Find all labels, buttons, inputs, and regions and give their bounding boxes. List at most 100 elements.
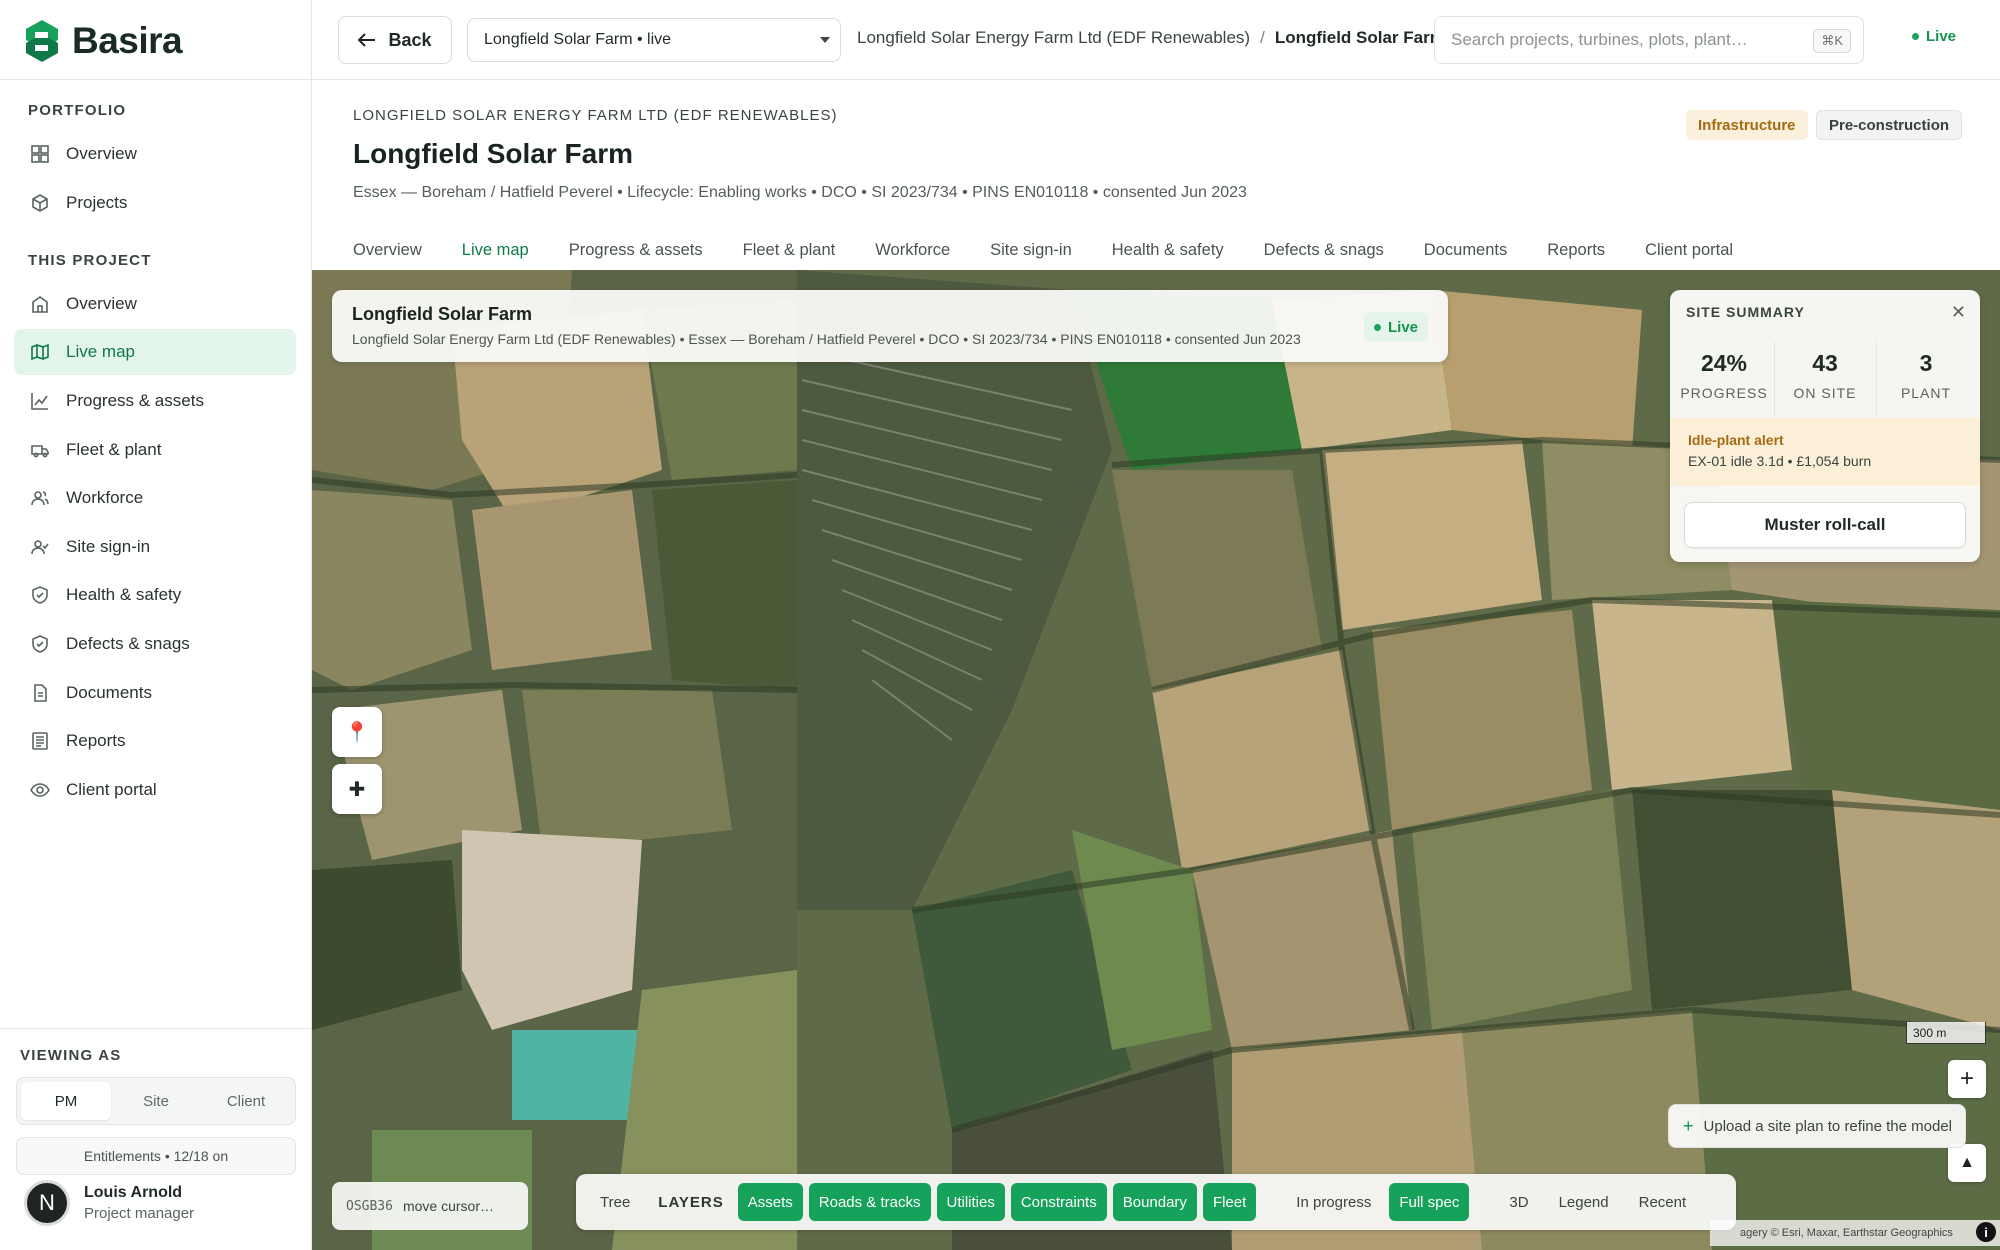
entitlements-text: Entitlements • 12/18 on — [83, 1148, 229, 1164]
this-project-label: THIS PROJECT — [28, 252, 152, 269]
truck-icon — [30, 440, 50, 460]
tab-live-map[interactable]: Live map — [462, 230, 529, 270]
project-select-value: Longfield Solar Farm • live — [484, 31, 672, 48]
plus-icon: + — [1683, 1115, 1694, 1136]
tab-overview[interactable]: Overview — [353, 230, 422, 270]
grid-icon — [30, 144, 50, 164]
card-title: Longfield Solar Farm — [352, 304, 533, 324]
tab-documents[interactable]: Documents — [1424, 230, 1507, 270]
sidebar-item-reports[interactable]: Reports — [14, 718, 296, 764]
sidebar-item-site-sign-in[interactable]: Site sign-in — [14, 524, 296, 570]
portfolio-label: PORTFOLIO — [28, 102, 127, 119]
legend-button[interactable]: Legend — [1547, 1183, 1621, 1221]
muster-roll-call-button[interactable]: Muster roll-call — [1684, 502, 1966, 548]
tab-site-sign-in[interactable]: Site sign-in — [990, 230, 1072, 270]
breadcrumb-separator: / — [1260, 28, 1265, 47]
user-role: Project manager — [84, 1205, 195, 1222]
upload-site-plan-button[interactable]: + Upload a site plan to refine the model — [1668, 1104, 1966, 1148]
layer-chip-boundary[interactable]: Boundary — [1112, 1183, 1197, 1221]
back-button[interactable]: Back — [338, 16, 452, 64]
close-icon[interactable]: ✕ — [1951, 302, 1966, 323]
site-summary-panel: SITE SUMMARY ✕ 24% PROGRESS 43 ON SITE 3… — [1670, 290, 1980, 562]
zoom-in-button[interactable]: + — [1948, 1060, 1986, 1098]
layers-label: LAYERS — [658, 1193, 724, 1211]
back-label: Back — [388, 29, 432, 50]
pin-icon[interactable]: 📍 — [332, 707, 382, 757]
live-dot-icon — [1912, 33, 1919, 40]
live-status-badge: Live — [1912, 28, 1956, 45]
alert-title: Idle-plant alert — [1688, 432, 1784, 448]
alert-text: EX-01 idle 3.1d • £1,054 burn — [1688, 453, 1872, 469]
sidebar-item-health-safety[interactable]: Health & safety — [14, 572, 296, 618]
page-title: Longfield Solar Farm — [353, 138, 634, 169]
role-option-client[interactable]: Client — [201, 1082, 291, 1120]
scale-bar: 300 m — [1906, 1022, 1986, 1044]
live-map[interactable]: Longfield Solar Farm Longfield Solar Ene… — [312, 270, 2000, 1250]
entitlements-badge[interactable]: Entitlements • 12/18 on — [16, 1137, 296, 1175]
tab-defects-snags[interactable]: Defects & snags — [1264, 230, 1384, 270]
view-3d-toggle[interactable]: 3D — [1497, 1183, 1540, 1221]
layer-chip-constraints[interactable]: Constraints — [1010, 1183, 1107, 1221]
sidebar-item-label: Overview — [66, 294, 137, 313]
organisation-label: LONGFIELD SOLAR ENERGY FARM LTD (EDF REN… — [353, 107, 838, 124]
breadcrumb-org[interactable]: Longfield Solar Energy Farm Ltd (EDF Ren… — [857, 28, 1250, 48]
search-placeholder: Search projects, turbines, plots, plant… — [1451, 30, 1748, 49]
info-icon[interactable]: i — [1976, 1222, 1996, 1242]
project-select[interactable]: Longfield Solar Farm • live — [467, 18, 841, 62]
stat-plant: 3 PLANT — [1876, 350, 1976, 401]
card-live-badge: Live — [1363, 312, 1428, 342]
breadcrumb-current: Longfield Solar Farm — [1274, 28, 1445, 47]
sidebar-item-progress-assets[interactable]: Progress & assets — [14, 378, 296, 424]
crs-label: OSGB36 — [346, 1198, 393, 1214]
breadcrumb: Longfield Solar Energy Farm Ltd (EDF Ren… — [857, 28, 1445, 48]
tree-toggle[interactable]: Tree — [588, 1183, 642, 1221]
user-profile[interactable]: N Louis Arnold Project manager — [24, 1180, 194, 1226]
shield-icon — [30, 585, 50, 605]
project-meta: Essex — Boreham / Hatfield Peverel • Lif… — [353, 184, 1247, 201]
layer-chip-fleet[interactable]: Fleet — [1202, 1183, 1257, 1221]
sidebar-item-client-portal[interactable]: Client portal — [14, 767, 296, 813]
user-name: Louis Arnold — [84, 1184, 183, 1201]
compass-icon[interactable]: ▲ — [1948, 1144, 1986, 1182]
recent-button[interactable]: Recent — [1627, 1183, 1699, 1221]
stat-progress: 24% PROGRESS — [1674, 350, 1774, 401]
sidebar-item-documents[interactable]: Documents — [14, 670, 296, 716]
arrow-left-icon — [358, 33, 376, 47]
role-option-pm[interactable]: PM — [21, 1082, 111, 1120]
divider — [0, 1028, 312, 1029]
tab-fleet-plant[interactable]: Fleet & plant — [743, 230, 836, 270]
app-logo[interactable]: Basira — [24, 16, 183, 66]
sidebar-item-live-map[interactable]: Live map — [14, 329, 296, 375]
map-icon — [30, 342, 50, 362]
layer-chip-roads-tracks[interactable]: Roads & tracks — [808, 1183, 931, 1221]
tab-reports[interactable]: Reports — [1547, 230, 1605, 270]
project-tabs: Overview Live map Progress & assets Flee… — [353, 230, 1733, 270]
user-check-icon — [30, 537, 50, 557]
crosshair-icon[interactable]: ✚ — [332, 764, 382, 814]
search-input[interactable]: Search projects, turbines, plots, plant…… — [1434, 16, 1864, 64]
stat-value: 3 — [1919, 350, 1933, 376]
tab-client-portal[interactable]: Client portal — [1645, 230, 1733, 270]
idle-plant-alert[interactable]: Idle-plant alert EX-01 idle 3.1d • £1,05… — [1670, 418, 1980, 486]
sidebar-item-label: Client portal — [66, 780, 157, 799]
in-progress-toggle[interactable]: In progress — [1284, 1183, 1383, 1221]
layer-chip-assets[interactable]: Assets — [737, 1183, 803, 1221]
sidebar-item-workforce[interactable]: Workforce — [14, 475, 296, 521]
layer-chip-utilities[interactable]: Utilities — [936, 1183, 1005, 1221]
sidebar-item-fleet-plant[interactable]: Fleet & plant — [14, 427, 296, 473]
tab-health-safety[interactable]: Health & safety — [1112, 230, 1224, 270]
stat-value: 43 — [1812, 350, 1838, 376]
sidebar-item-projects[interactable]: Projects — [14, 180, 296, 226]
tag-infrastructure: Infrastructure — [1686, 110, 1808, 140]
avatar: N — [24, 1180, 70, 1226]
tag-pre-construction: Pre-construction — [1816, 110, 1963, 140]
full-spec-toggle[interactable]: Full spec — [1389, 1183, 1470, 1221]
sidebar-item-defects-snags[interactable]: Defects & snags — [14, 621, 296, 667]
tab-workforce[interactable]: Workforce — [875, 230, 950, 270]
role-option-site[interactable]: Site — [111, 1082, 201, 1120]
stat-label: PROGRESS — [1680, 385, 1768, 401]
basira-logo-icon — [26, 20, 58, 62]
sidebar-item-overview[interactable]: Overview — [14, 281, 296, 327]
sidebar-item-portfolio-overview[interactable]: Overview — [14, 131, 296, 177]
tab-progress-assets[interactable]: Progress & assets — [569, 230, 703, 270]
